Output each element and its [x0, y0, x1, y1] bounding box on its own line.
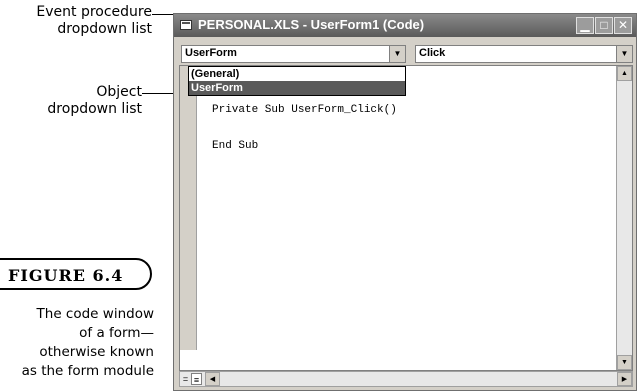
minimize-button[interactable]: ▁ [576, 17, 594, 34]
figure-caption-line: The code window [36, 306, 154, 322]
object-callout: Object dropdown list [0, 84, 142, 118]
object-callout-line2: dropdown list [47, 101, 142, 117]
procedure-dropdown[interactable]: Click ▼ [415, 45, 633, 63]
close-button[interactable]: ✕ [614, 17, 632, 34]
figure-caption: The code window of a form— otherwise kno… [0, 305, 154, 381]
figure-label: FIGURE 6.4 [0, 258, 152, 290]
maximize-button[interactable]: □ [595, 17, 613, 34]
scroll-down-icon[interactable]: ▼ [617, 355, 632, 370]
object-callout-line1: Object [96, 84, 142, 100]
full-module-view-icon[interactable]: ≡ [191, 373, 202, 385]
scroll-left-icon[interactable]: ◀ [205, 372, 220, 386]
procedure-dropdown-value: Click [419, 47, 446, 59]
figure-caption-line: otherwise known [39, 344, 154, 360]
scroll-up-icon[interactable]: ▲ [617, 66, 632, 81]
code-window-icon [180, 20, 192, 30]
chevron-down-icon[interactable]: ▼ [616, 46, 632, 62]
window-title: PERSONAL.XLS - UserForm1 (Code) [198, 17, 425, 32]
title-bar[interactable]: PERSONAL.XLS - UserForm1 (Code) ▁ □ ✕ [174, 14, 636, 37]
code-window: PERSONAL.XLS - UserForm1 (Code) ▁ □ ✕ Us… [173, 13, 637, 391]
procedure-view-icon[interactable]: = [180, 373, 191, 385]
dropdown-option-selected[interactable]: UserForm [189, 81, 405, 95]
code-line: End Sub [212, 140, 259, 152]
object-dropdown[interactable]: UserForm ▼ [181, 45, 406, 63]
code-editor[interactable]: Private Sub UserForm_Click() End Sub ▲ ▼ [179, 65, 633, 371]
figure-caption-line: of a form— [79, 325, 154, 341]
code-line: Private Sub UserForm_Click() [212, 104, 397, 116]
vertical-scrollbar[interactable]: ▲ ▼ [616, 66, 632, 370]
chevron-down-icon[interactable]: ▼ [389, 46, 405, 62]
margin-indicator-bar [180, 66, 197, 350]
object-dropdown-list[interactable]: (General) UserForm [188, 66, 406, 96]
event-procedure-callout: Event procedure dropdown list [0, 4, 152, 38]
object-dropdown-value: UserForm [185, 47, 237, 59]
event-procedure-callout-line2: dropdown list [57, 21, 152, 37]
dropdown-option[interactable]: (General) [189, 67, 405, 81]
event-procedure-callout-line1: Event procedure [36, 4, 152, 20]
scroll-right-icon[interactable]: ▶ [617, 372, 632, 386]
figure-caption-line: as the form module [21, 363, 154, 379]
horizontal-scrollbar[interactable]: = ≡ ◀ ▶ [179, 371, 633, 387]
